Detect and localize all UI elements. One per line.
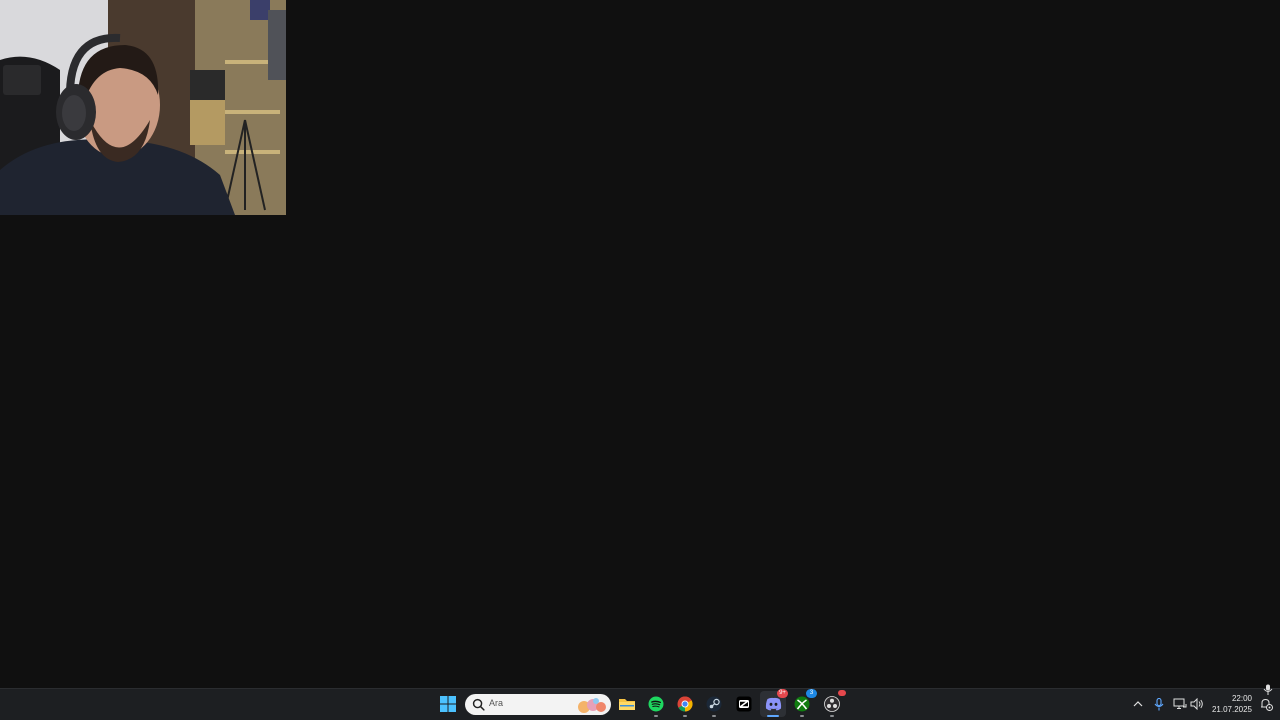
show-hidden-icons-button[interactable] (1131, 697, 1145, 711)
search-icon (472, 698, 485, 711)
microphone-in-use-button[interactable] (1152, 697, 1166, 711)
steam-icon (706, 696, 722, 712)
clock-date: 21.07.2025 (1211, 705, 1252, 714)
volume-icon (1190, 698, 1203, 710)
running-indicator (683, 715, 687, 717)
taskbar-app-spotify[interactable] (643, 691, 669, 717)
taskbar-app-capcut[interactable] (731, 691, 757, 717)
obs-icon (824, 696, 840, 712)
chevron-up-icon (1133, 701, 1143, 707)
volume-button[interactable] (1190, 697, 1204, 711)
taskbar-app-xbox[interactable]: 3 (789, 689, 817, 717)
taskbar-app-chrome[interactable] (672, 691, 698, 717)
microphone-status-icon (1263, 684, 1273, 695)
taskbar-app-discord[interactable]: 9+ (760, 689, 788, 717)
taskbar: Ara 9+ 3 22:00 21.07.2025 (0, 688, 1280, 720)
windows-logo-icon (440, 696, 456, 712)
notification-badge: 3 (806, 689, 817, 698)
search-box[interactable]: Ara (465, 694, 611, 715)
notification-bell-icon (1261, 698, 1273, 711)
discord-icon (765, 697, 781, 711)
clock[interactable]: 22:00 21.07.2025 (1206, 693, 1252, 715)
notifications-button[interactable] (1259, 697, 1273, 711)
network-button[interactable] (1173, 697, 1187, 711)
running-indicator (712, 715, 716, 717)
taskbar-app-file-explorer[interactable] (614, 691, 640, 717)
running-indicator (767, 715, 779, 717)
start-button[interactable] (435, 691, 461, 717)
search-placeholder: Ara (489, 698, 504, 708)
taskbar-app-steam[interactable] (701, 691, 727, 717)
folder-icon (619, 699, 635, 710)
running-indicator (654, 715, 658, 717)
search-highlight-icon (578, 698, 606, 713)
recording-indicator (838, 690, 846, 696)
taskbar-app-obs[interactable] (819, 690, 846, 717)
capcut-icon (736, 696, 752, 712)
clock-time: 22:00 (1231, 694, 1252, 703)
xbox-icon (794, 696, 810, 712)
chrome-icon (677, 696, 693, 712)
network-icon (1173, 698, 1187, 709)
microphone-icon (1154, 697, 1164, 710)
running-indicator (800, 715, 804, 717)
running-indicator (830, 715, 834, 717)
notification-badge: 9+ (777, 689, 788, 698)
spotify-icon (648, 696, 664, 712)
desktop (0, 0, 1280, 688)
webcam-overlay (0, 0, 286, 215)
